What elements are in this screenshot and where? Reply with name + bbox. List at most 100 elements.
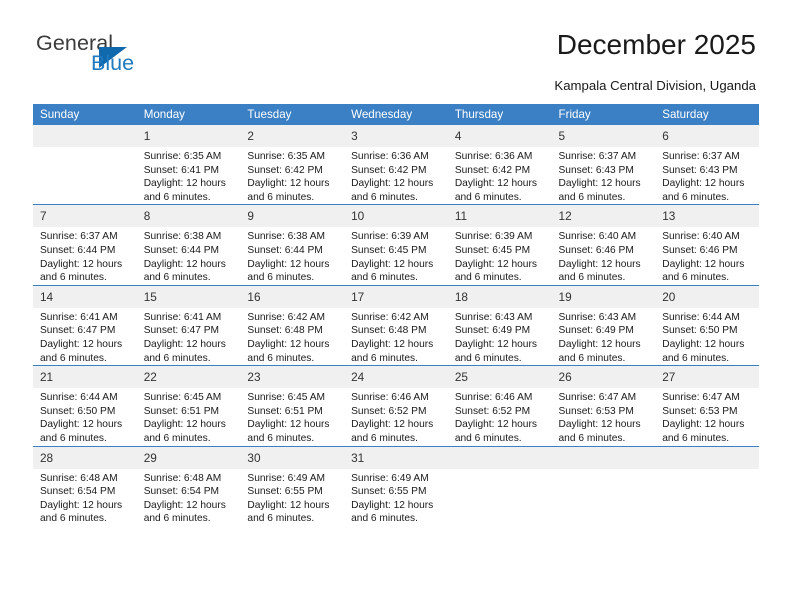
- day-number: 30: [240, 446, 345, 469]
- day-number: 31: [344, 446, 448, 469]
- day-cell[interactable]: [655, 445, 759, 526]
- daylight-text-line1: Daylight: 12 hours: [558, 178, 641, 190]
- sunrise-text: Sunrise: 6:46 AM: [351, 392, 429, 404]
- daylight-text-line2: and 6 minutes.: [454, 272, 522, 284]
- day-cell[interactable]: 26 Sunrise: 6:47 AM Sunset: 6:53 PM Dayl…: [551, 365, 656, 446]
- daylight-text-line2: and 6 minutes.: [351, 272, 418, 284]
- day-cell[interactable]: 7 Sunrise: 6:37 AM Sunset: 6:44 PM Dayli…: [33, 204, 137, 286]
- daylight-text-line1: Daylight: 12 hours: [662, 338, 745, 350]
- day-cell[interactable]: 24 Sunrise: 6:46 AM Sunset: 6:52 PM Dayl…: [344, 365, 448, 446]
- day-number: 6: [655, 125, 759, 147]
- calendar-table: Sunday Monday Tuesday Wednesday Thursday…: [33, 104, 759, 526]
- day-cell[interactable]: 11 Sunrise: 6:39 AM Sunset: 6:45 PM Dayl…: [447, 204, 552, 286]
- day-number: 17: [344, 285, 448, 308]
- day-info: Sunrise: 6:42 AM Sunset: 6:48 PM Dayligh…: [344, 308, 448, 365]
- day-cell[interactable]: 2 Sunrise: 6:35 AM Sunset: 6:42 PM Dayli…: [240, 125, 345, 205]
- daylight-text-line1: Daylight: 12 hours: [454, 419, 537, 431]
- sunset-text: Sunset: 6:45 PM: [454, 244, 531, 256]
- sunset-text: Sunset: 6:51 PM: [247, 405, 323, 417]
- sunset-text: Sunset: 6:46 PM: [558, 244, 634, 256]
- sunrise-text: Sunrise: 6:39 AM: [454, 231, 533, 243]
- daylight-text-line1: Daylight: 12 hours: [454, 178, 537, 190]
- day-cell[interactable]: 4 Sunrise: 6:36 AM Sunset: 6:42 PM Dayli…: [447, 125, 552, 205]
- sunrise-text: Sunrise: 6:42 AM: [247, 311, 325, 323]
- day-cell[interactable]: 10 Sunrise: 6:39 AM Sunset: 6:45 PM Dayl…: [344, 204, 448, 286]
- day-cell[interactable]: 21 Sunrise: 6:44 AM Sunset: 6:50 PM Dayl…: [33, 365, 137, 446]
- day-cell[interactable]: 16 Sunrise: 6:42 AM Sunset: 6:48 PM Dayl…: [240, 284, 345, 366]
- daylight-text-line2: and 6 minutes.: [143, 272, 211, 284]
- day-cell[interactable]: 23 Sunrise: 6:45 AM Sunset: 6:51 PM Dayl…: [240, 365, 345, 446]
- day-cell[interactable]: 19 Sunrise: 6:43 AM Sunset: 6:49 PM Dayl…: [551, 284, 656, 366]
- day-info: Sunrise: 6:35 AM Sunset: 6:41 PM Dayligh…: [137, 147, 241, 204]
- sunset-text: Sunset: 6:49 PM: [558, 325, 634, 337]
- day-number: 22: [136, 366, 241, 389]
- day-cell[interactable]: 1 Sunrise: 6:35 AM Sunset: 6:41 PM Dayli…: [136, 125, 241, 205]
- day-cell[interactable]: 22 Sunrise: 6:45 AM Sunset: 6:51 PM Dayl…: [136, 365, 241, 446]
- daylight-text-line1: Daylight: 12 hours: [662, 419, 745, 431]
- day-info: Sunrise: 6:41 AM Sunset: 6:47 PM Dayligh…: [33, 308, 137, 365]
- day-cell[interactable]: 8 Sunrise: 6:38 AM Sunset: 6:44 PM Dayli…: [136, 204, 241, 286]
- daylight-text-line1: Daylight: 12 hours: [454, 338, 537, 350]
- day-cell[interactable]: 14 Sunrise: 6:41 AM Sunset: 6:47 PM Dayl…: [33, 284, 137, 366]
- daylight-text-line1: Daylight: 12 hours: [40, 419, 123, 431]
- day-cell[interactable]: 28 Sunrise: 6:48 AM Sunset: 6:54 PM Dayl…: [33, 445, 137, 526]
- sunrise-text: Sunrise: 6:49 AM: [351, 472, 429, 484]
- daylight-text-line2: and 6 minutes.: [662, 432, 730, 444]
- day-cell[interactable]: 9 Sunrise: 6:38 AM Sunset: 6:44 PM Dayli…: [240, 204, 345, 286]
- sunset-text: Sunset: 6:42 PM: [454, 164, 531, 176]
- calendar-grid: Sunday Monday Tuesday Wednesday Thursday…: [33, 104, 759, 526]
- day-info: Sunrise: 6:41 AM Sunset: 6:47 PM Dayligh…: [137, 308, 241, 365]
- day-cell[interactable]: 5 Sunrise: 6:37 AM Sunset: 6:43 PM Dayli…: [551, 125, 656, 205]
- sunrise-text: Sunrise: 6:43 AM: [558, 311, 637, 323]
- day-number: 29: [136, 446, 241, 469]
- sunrise-text: Sunrise: 6:45 AM: [143, 392, 222, 404]
- page-header: General Blue December 2025 Kampala Centr…: [0, 0, 792, 104]
- day-cell[interactable]: 25 Sunrise: 6:46 AM Sunset: 6:52 PM Dayl…: [447, 365, 552, 446]
- day-cell[interactable]: 30 Sunrise: 6:49 AM Sunset: 6:55 PM Dayl…: [240, 445, 345, 526]
- sunset-text: Sunset: 6:55 PM: [351, 486, 427, 498]
- day-number: 18: [447, 285, 552, 308]
- day-info: Sunrise: 6:36 AM Sunset: 6:42 PM Dayligh…: [448, 147, 552, 204]
- day-cell[interactable]: 20 Sunrise: 6:44 AM Sunset: 6:50 PM Dayl…: [655, 284, 759, 366]
- weekday-header-friday: Friday: [551, 104, 656, 125]
- day-info: Sunrise: 6:46 AM Sunset: 6:52 PM Dayligh…: [344, 388, 448, 445]
- daylight-text-line1: Daylight: 12 hours: [558, 258, 641, 270]
- day-cell[interactable]: 29 Sunrise: 6:48 AM Sunset: 6:54 PM Dayl…: [136, 445, 241, 526]
- weekday-header-row: Sunday Monday Tuesday Wednesday Thursday…: [33, 104, 759, 125]
- day-cell[interactable]: 15 Sunrise: 6:41 AM Sunset: 6:47 PM Dayl…: [136, 284, 241, 366]
- day-cell[interactable]: 27 Sunrise: 6:47 AM Sunset: 6:53 PM Dayl…: [655, 365, 759, 446]
- day-number: 7: [33, 205, 137, 228]
- sunset-text: Sunset: 6:44 PM: [40, 244, 116, 256]
- day-info: Sunrise: 6:46 AM Sunset: 6:52 PM Dayligh…: [448, 388, 552, 445]
- sunrise-text: Sunrise: 6:37 AM: [662, 151, 740, 162]
- day-number: 14: [33, 285, 137, 308]
- daylight-text-line2: and 6 minutes.: [143, 352, 211, 364]
- week-row: 28 Sunrise: 6:48 AM Sunset: 6:54 PM Dayl…: [33, 445, 759, 526]
- sunset-text: Sunset: 6:41 PM: [143, 164, 220, 176]
- brand-logo[interactable]: General Blue: [36, 31, 236, 83]
- day-cell[interactable]: [551, 445, 656, 526]
- sunrise-text: Sunrise: 6:43 AM: [454, 311, 533, 323]
- sunrise-text: Sunrise: 6:38 AM: [247, 231, 325, 243]
- day-number: 23: [240, 366, 345, 389]
- sunrise-text: Sunrise: 6:46 AM: [454, 392, 533, 404]
- day-number: 26: [551, 366, 656, 389]
- day-info: Sunrise: 6:35 AM Sunset: 6:42 PM Dayligh…: [240, 147, 344, 204]
- day-cell[interactable]: 6 Sunrise: 6:37 AM Sunset: 6:43 PM Dayli…: [655, 125, 759, 205]
- day-cell[interactable]: 3 Sunrise: 6:36 AM Sunset: 6:42 PM Dayli…: [344, 125, 448, 205]
- day-cell[interactable]: 18 Sunrise: 6:43 AM Sunset: 6:49 PM Dayl…: [447, 284, 552, 366]
- sunrise-text: Sunrise: 6:48 AM: [143, 472, 222, 484]
- day-info: Sunrise: 6:42 AM Sunset: 6:48 PM Dayligh…: [240, 308, 344, 365]
- day-number: [33, 125, 137, 147]
- day-number: [447, 446, 552, 469]
- day-info: Sunrise: 6:40 AM Sunset: 6:46 PM Dayligh…: [552, 227, 656, 284]
- day-cell[interactable]: [447, 445, 552, 526]
- day-cell[interactable]: 31 Sunrise: 6:49 AM Sunset: 6:55 PM Dayl…: [344, 445, 448, 526]
- day-cell[interactable]: 13 Sunrise: 6:40 AM Sunset: 6:46 PM Dayl…: [655, 204, 759, 286]
- day-info: Sunrise: 6:47 AM Sunset: 6:53 PM Dayligh…: [655, 388, 759, 445]
- day-cell[interactable]: [33, 125, 137, 205]
- day-info: Sunrise: 6:45 AM Sunset: 6:51 PM Dayligh…: [240, 388, 344, 445]
- day-cell[interactable]: 17 Sunrise: 6:42 AM Sunset: 6:48 PM Dayl…: [344, 284, 448, 366]
- day-cell[interactable]: 12 Sunrise: 6:40 AM Sunset: 6:46 PM Dayl…: [551, 204, 656, 286]
- sunset-text: Sunset: 6:50 PM: [40, 405, 116, 417]
